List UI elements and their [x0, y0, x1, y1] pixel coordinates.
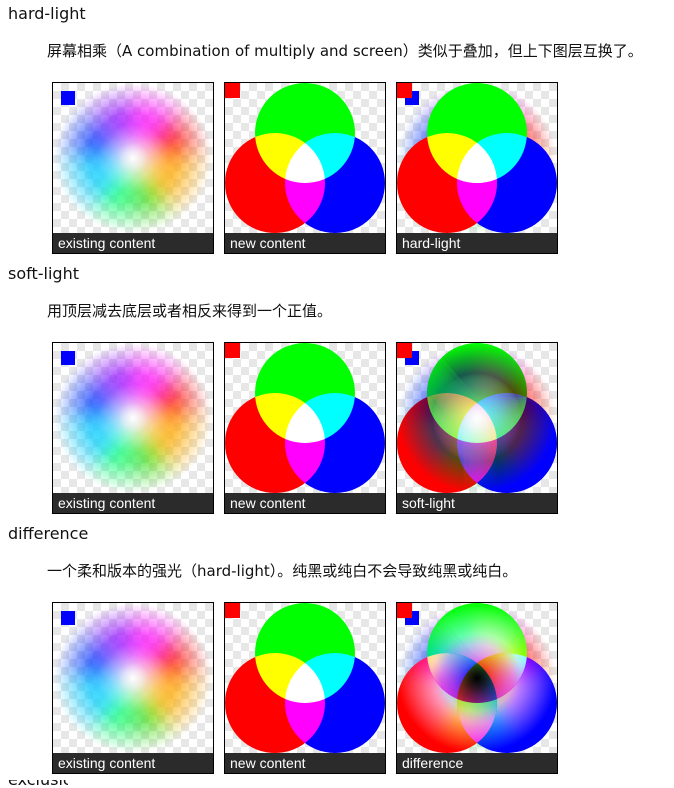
new-content-image [225, 343, 385, 493]
existing-content-tile: existing content [52, 82, 214, 254]
tile-caption: existing content [53, 753, 213, 773]
section-title: soft-light [8, 264, 79, 283]
red-square-marker [225, 83, 240, 98]
existing-content-image [53, 343, 213, 493]
blue-square-marker [61, 91, 75, 105]
new-content-image [225, 83, 385, 233]
tile-caption: difference [397, 753, 557, 773]
next-section-title-peek: exclusion [8, 780, 68, 788]
tile-caption: new content [225, 753, 385, 773]
tile-caption: soft-light [397, 493, 557, 513]
section-hard-light: hard-light 屏幕相乘（A combination of multipl… [0, 0, 674, 260]
existing-content-image [53, 603, 213, 753]
blue-square-marker [61, 351, 75, 365]
existing-content-image [53, 83, 213, 233]
red-square-marker [397, 83, 412, 98]
tile-caption: new content [225, 233, 385, 253]
section-title: difference [8, 524, 89, 543]
soft-light-result-image [397, 343, 557, 493]
blue-square-marker [61, 611, 75, 625]
next-section-title: exclusion [8, 780, 68, 788]
tile-caption: new content [225, 493, 385, 513]
result-tile: difference [396, 602, 558, 774]
section-soft-light: soft-light 用顶层减去底层或者相反来得到一个正值。 existing … [0, 260, 674, 520]
tile-caption: existing content [53, 233, 213, 253]
new-content-tile: new content [224, 82, 386, 254]
red-square-marker [397, 603, 412, 618]
tile-caption: existing content [53, 493, 213, 513]
difference-result-image [397, 603, 557, 753]
red-square-marker [225, 343, 240, 358]
section-description: 屏幕相乘（A combination of multiply and scree… [47, 42, 643, 60]
result-tile: hard-light [396, 82, 558, 254]
result-tile: soft-light [396, 342, 558, 514]
section-difference: difference 一个柔和版本的强光（hard-light）。纯黑或纯白不会… [0, 520, 674, 780]
red-square-marker [397, 343, 412, 358]
existing-content-tile: existing content [52, 342, 214, 514]
new-content-image [225, 603, 385, 753]
section-title: hard-light [8, 4, 86, 23]
red-square-marker [225, 603, 240, 618]
existing-content-tile: existing content [52, 602, 214, 774]
section-description: 一个柔和版本的强光（hard-light）。纯黑或纯白不会导致纯黑或纯白。 [47, 562, 518, 580]
section-description: 用顶层减去底层或者相反来得到一个正值。 [47, 302, 333, 320]
hard-light-result-image [397, 83, 557, 233]
tile-caption: hard-light [397, 233, 557, 253]
new-content-tile: new content [224, 342, 386, 514]
new-content-tile: new content [224, 602, 386, 774]
